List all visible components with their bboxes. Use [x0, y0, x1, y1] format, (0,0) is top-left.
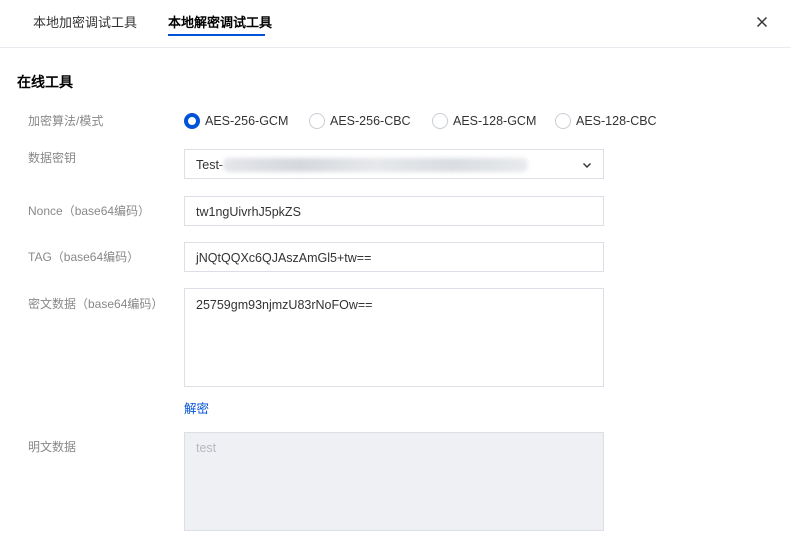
plaintext-output: test	[184, 432, 604, 531]
ciphertext-value: 25759gm93njmzU83rNoFOw==	[196, 298, 373, 312]
nonce-input[interactable]: tw1ngUivrhJ5pkZS	[184, 196, 604, 226]
tab-local-decrypt[interactable]: 本地解密调试工具	[168, 14, 272, 32]
ciphertext-textarea[interactable]: 25759gm93njmzU83rNoFOw==	[184, 288, 604, 387]
radio-label: AES-256-CBC	[330, 114, 411, 128]
radio-unchecked-icon	[432, 113, 448, 129]
radio-label: AES-128-GCM	[453, 114, 537, 128]
tab-bar: 本地加密调试工具 本地解密调试工具	[0, 0, 791, 48]
plaintext-label: 明文数据	[28, 440, 77, 454]
key-select[interactable]: Test-	[184, 149, 604, 179]
nonce-input-value: tw1ngUivrhJ5pkZS	[196, 205, 301, 219]
decrypt-button[interactable]: 解密	[184, 398, 209, 417]
key-select-value: Test-	[196, 158, 224, 172]
nonce-label: Nonce（base64编码）	[28, 204, 151, 218]
ciphertext-label: 密文数据（base64编码）	[28, 297, 164, 311]
tag-label: TAG（base64编码）	[28, 250, 140, 264]
radio-label: AES-256-GCM	[205, 114, 289, 128]
close-icon[interactable]	[754, 14, 770, 30]
radio-aes-128-gcm[interactable]: AES-128-GCM	[432, 112, 536, 130]
radio-aes-256-cbc[interactable]: AES-256-CBC	[309, 112, 411, 130]
radio-aes-256-gcm[interactable]: AES-256-GCM	[184, 112, 288, 130]
chevron-down-icon	[583, 163, 591, 168]
tab-local-encrypt[interactable]: 本地加密调试工具	[33, 14, 137, 32]
tag-input[interactable]: jNQtQQXc6QJAszAmGl5+tw==	[184, 242, 604, 272]
plaintext-value: test	[196, 441, 217, 455]
radio-label: AES-128-CBC	[576, 114, 657, 128]
redacted-key-area	[223, 158, 528, 172]
tag-input-value: jNQtQQXc6QJAszAmGl5+tw==	[196, 251, 372, 265]
radio-checked-icon	[184, 113, 200, 129]
active-tab-indicator	[168, 34, 265, 36]
key-label: 数据密钥	[28, 151, 77, 165]
section-title: 在线工具	[17, 74, 73, 90]
algorithm-label: 加密算法/模式	[28, 114, 104, 128]
radio-aes-128-cbc[interactable]: AES-128-CBC	[555, 112, 657, 130]
radio-unchecked-icon	[309, 113, 325, 129]
radio-unchecked-icon	[555, 113, 571, 129]
